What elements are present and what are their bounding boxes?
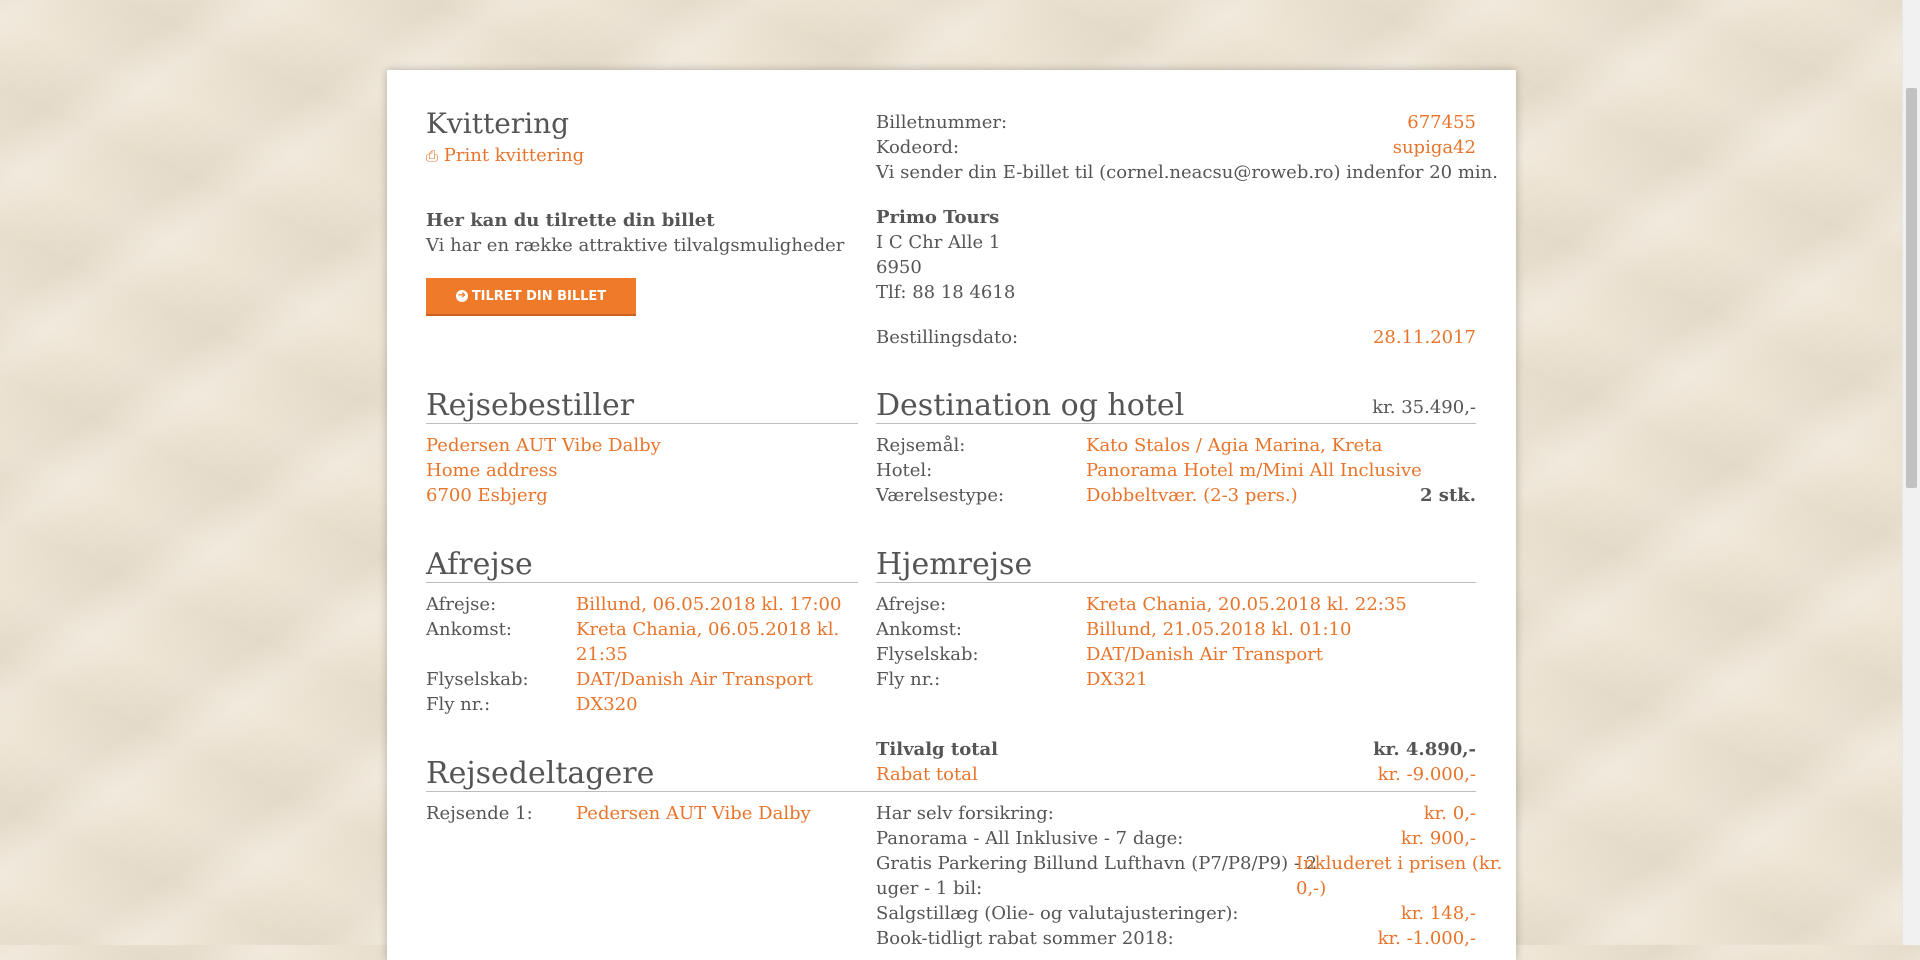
extra-item-value: kr. 0,- (1423, 803, 1476, 824)
return-airline-label: Flyselskab: (876, 644, 979, 665)
outbound-flight-value: DX320 (576, 694, 638, 715)
extra-item-label: Panorama - All Inklusive - 7 dage: (876, 828, 1184, 849)
page-title: Kvittering (426, 107, 570, 140)
divider (426, 423, 858, 424)
booker-heading: Rejsebestiller (426, 388, 635, 423)
return-flight-value: DX321 (1086, 669, 1148, 690)
extra-item-value: kr. 900,- (1400, 828, 1476, 849)
email-notice: Vi sender din E-billet til (cornel.neacs… (876, 162, 1498, 183)
scrollbar-thumb[interactable] (1906, 88, 1917, 488)
participants-heading: Rejsedeltagere (426, 756, 655, 791)
code-value: supiga42 (1392, 137, 1476, 158)
traveler-label: Rejsende 1: (426, 803, 533, 824)
extras-total-value: kr. 4.890,- (1373, 739, 1476, 760)
print-receipt-label: Print kvittering (443, 145, 585, 166)
extra-item-value: Inkluderet i prisen (kr. (1296, 853, 1503, 874)
extra-item-label: Gratis Parkering Billund Lufthavn (P7/P8… (876, 853, 1318, 874)
outbound-arrival-label: Ankomst: (426, 619, 512, 640)
outbound-flight-label: Fly nr.: (426, 694, 491, 715)
outbound-departure-label: Afrejse: (426, 594, 497, 615)
receipt-card: Kvittering ⎙ Print kvittering Her kan du… (387, 70, 1516, 960)
divider (876, 423, 1476, 424)
company-address: I C Chr Alle 1 (876, 232, 1001, 253)
divider (426, 582, 858, 583)
extra-item-label: Salgstillæg (Olie- og valutajusteringer)… (876, 903, 1239, 924)
destination-label: Rejsemål: (876, 435, 966, 456)
company-phone: Tlf: 88 18 4618 (876, 282, 1016, 303)
order-date-value: 28.11.2017 (1372, 327, 1476, 348)
hotel-value: Panorama Hotel m/Mini All Inclusive (1086, 460, 1422, 481)
extra-item-value-cont: 0,-) (1296, 878, 1327, 899)
order-date-label: Bestillingsdato: (876, 327, 1019, 348)
booker-address: Home address (426, 460, 558, 481)
printer-icon: ⎙ (426, 147, 439, 165)
destination-value: Kato Stalos / Agia Marina, Kreta (1086, 435, 1383, 456)
company-name: Primo Tours (876, 207, 1000, 228)
extra-item-label: Har selv forsikring: (876, 803, 1054, 824)
customize-text: Vi har en række attraktive tilvalgsmulig… (426, 235, 845, 256)
return-arrival-value: Billund, 21.05.2018 kl. 01:10 (1086, 619, 1352, 640)
extras-total-label: Tilvalg total (876, 739, 999, 760)
return-arrival-label: Ankomst: (876, 619, 962, 640)
customize-heading: Her kan du tilrette din billet (426, 210, 715, 231)
customize-ticket-button[interactable]: ➜ TILRET DIN BILLET (426, 278, 636, 316)
extra-item-value: kr. -1.000,- (1377, 928, 1476, 949)
outbound-heading: Afrejse (426, 547, 533, 582)
discount-total-label: Rabat total (876, 764, 978, 785)
destination-price: kr. 35.490,- (1372, 397, 1476, 418)
extra-item-label-cont: uger - 1 bil: (876, 878, 983, 899)
outbound-arrival-value: Kreta Chania, 06.05.2018 kl. (576, 619, 840, 640)
return-flight-label: Fly nr.: (876, 669, 941, 690)
outbound-arrival-value-cont: 21:35 (576, 644, 628, 665)
return-heading: Hjemrejse (876, 547, 1033, 582)
room-quantity: 2 stk. (1420, 485, 1476, 506)
room-type-value: Dobbeltvær. (2-3 pers.) (1086, 485, 1298, 506)
code-label: Kodeord: (876, 137, 960, 158)
hotel-label: Hotel: (876, 460, 933, 481)
divider (876, 582, 1476, 583)
ticket-number-value: 677455 (1407, 112, 1476, 133)
traveler-value: Pedersen AUT Vibe Dalby (576, 803, 811, 824)
company-zip: 6950 (876, 257, 922, 278)
outbound-airline-label: Flyselskab: (426, 669, 529, 690)
print-receipt-link[interactable]: ⎙ Print kvittering (426, 143, 584, 169)
return-departure-value: Kreta Chania, 20.05.2018 kl. 22:35 (1086, 594, 1407, 615)
room-type-label: Værelsestype: (876, 485, 1005, 506)
discount-total-value: kr. -9.000,- (1377, 764, 1476, 785)
extra-item-value: kr. 148,- (1400, 903, 1476, 924)
outbound-departure-value: Billund, 06.05.2018 kl. 17:00 (576, 594, 842, 615)
booker-name: Pedersen AUT Vibe Dalby (426, 435, 661, 456)
divider (426, 791, 1476, 792)
booker-city: 6700 Esbjerg (426, 485, 548, 506)
return-departure-label: Afrejse: (876, 594, 947, 615)
arrow-circle-icon: ➜ (455, 290, 468, 302)
vertical-scrollbar[interactable] (1902, 0, 1920, 945)
outbound-airline-value: DAT/Danish Air Transport (576, 669, 814, 690)
ticket-number-label: Billetnummer: (876, 112, 1008, 133)
return-airline-value: DAT/Danish Air Transport (1086, 644, 1324, 665)
customize-ticket-label: TILRET DIN BILLET (471, 288, 607, 304)
extra-item-label: Book-tidligt rabat sommer 2018: (876, 928, 1174, 949)
destination-heading: Destination og hotel (876, 388, 1185, 423)
